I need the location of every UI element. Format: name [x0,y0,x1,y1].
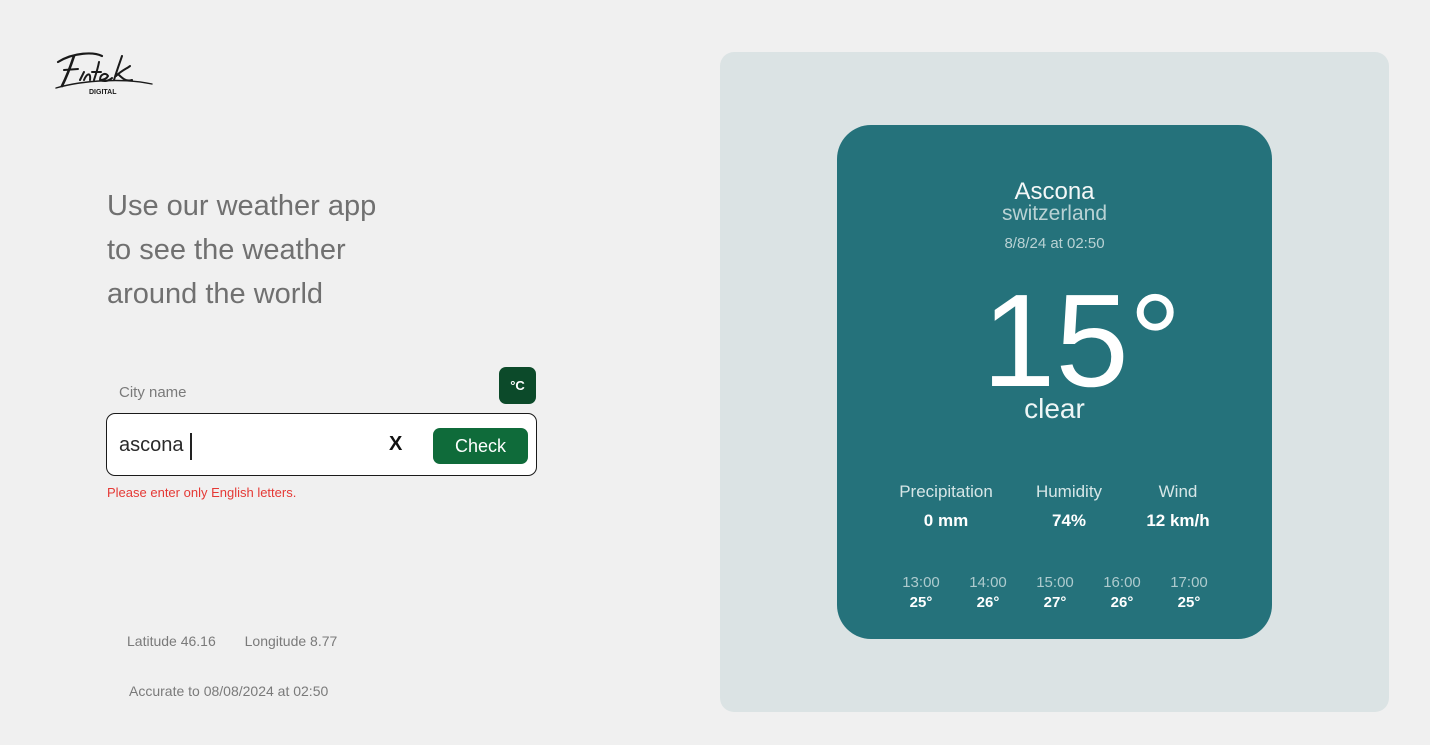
coordinates: Latitude 46.16 Longitude 8.77 [127,633,337,649]
hourly-time: 17:00 [1170,574,1208,591]
hourly-forecast-item: 15:00 27° [1025,574,1085,611]
hourly-time: 16:00 [1103,574,1141,591]
weather-datetime: 8/8/24 at 02:50 [1004,235,1105,252]
fintek-logo: DIGITAL [54,50,154,98]
current-temperature: 15° [982,267,1182,414]
stat-value: 0 mm [923,511,969,530]
weather-country: switzerland [1001,202,1108,225]
hourly-time: 15:00 [1036,574,1074,591]
hourly-forecast-item: 13:00 25° [891,574,951,611]
hourly-forecast-item: 16:00 26° [1092,574,1152,611]
stat-wind: Wind 12 km/h [1113,482,1243,531]
headline-line: around the world [107,278,324,310]
city-search-input[interactable] [119,430,369,460]
headline-line: Use our weather app [107,190,377,222]
weather-panel: Ascona switzerland 8/8/24 at 02:50 15° c… [720,52,1389,712]
check-button[interactable]: Check [433,428,528,464]
city-search-box: X Check [106,413,537,476]
stat-value: 12 km/h [1146,511,1210,530]
hourly-temp: 25° [909,594,933,611]
stat-label: Wind [1158,482,1198,501]
weather-card: Ascona switzerland 8/8/24 at 02:50 15° c… [837,125,1272,639]
stat-precipitation: Precipitation 0 mm [881,482,1011,531]
city-name-label: City name [119,384,187,401]
hourly-temp: 25° [1177,594,1201,611]
text-caret [190,433,192,460]
hourly-forecast-item: 14:00 26° [958,574,1018,611]
hourly-temp: 26° [1110,594,1134,611]
headline-line: to see the weather [107,234,346,266]
validation-error: Please enter only English letters. [107,485,297,500]
clear-button[interactable]: X [389,433,402,456]
unit-toggle-button[interactable]: °C [499,367,536,404]
hourly-forecast-item: 17:00 25° [1159,574,1219,611]
svg-text:DIGITAL: DIGITAL [89,89,117,96]
latitude-value: Latitude 46.16 [127,633,216,649]
longitude-value: Longitude 8.77 [244,633,338,649]
hourly-temp: 26° [976,594,1000,611]
weather-condition: clear [1024,393,1085,424]
hourly-time: 13:00 [902,574,940,591]
hourly-temp: 27° [1043,594,1067,611]
stat-label: Precipitation [899,482,993,501]
hourly-time: 14:00 [969,574,1007,591]
accuracy-timestamp: Accurate to 08/08/2024 at 02:50 [129,683,329,699]
headline: Use our weather app to see the weather a… [107,184,376,316]
